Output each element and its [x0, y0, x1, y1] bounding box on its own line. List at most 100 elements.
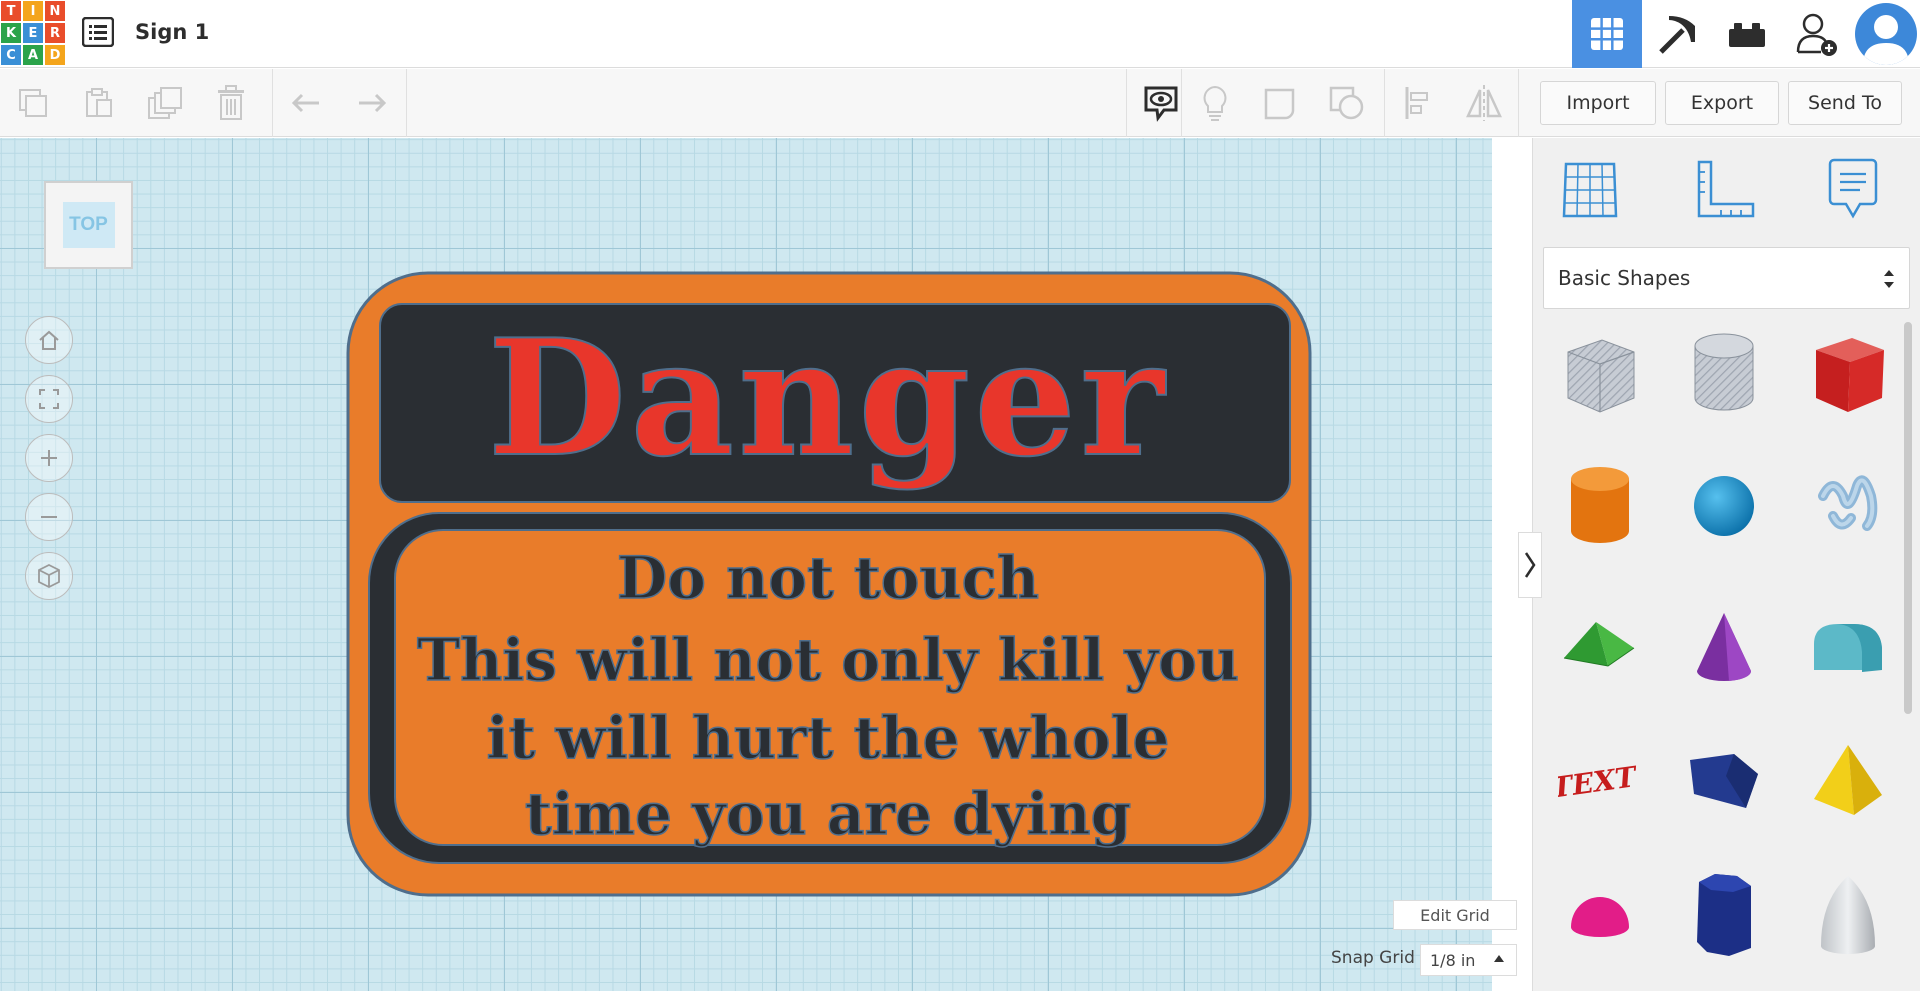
shape-library-select[interactable]: Basic Shapes [1543, 247, 1910, 309]
workplane[interactable]: Danger Do not touch This will not only k… [0, 138, 1492, 991]
view-cube-top-face[interactable]: TOP [62, 202, 115, 248]
3d-design-view-button[interactable] [1572, 0, 1642, 68]
ruler-tool-button[interactable] [1691, 154, 1761, 224]
cylinder-hole-icon [1694, 333, 1754, 411]
copy-button[interactable] [0, 69, 66, 137]
delete-button[interactable] [198, 69, 264, 137]
grid-view-icon [1591, 18, 1623, 50]
redo-button[interactable] [339, 69, 405, 137]
shape-round-roof[interactable] [1798, 599, 1898, 699]
minus-icon [41, 516, 57, 518]
shape-text[interactable]: TEXT [1550, 731, 1650, 831]
logo-letter: I [22, 0, 44, 22]
send-to-button[interactable]: Send To [1788, 81, 1902, 125]
perspective-toggle-button[interactable] [25, 552, 73, 600]
box-hole-icon [1567, 339, 1635, 413]
shape-paraboloid[interactable] [1798, 863, 1898, 963]
shape-cylinder-hole[interactable] [1674, 323, 1774, 423]
shapes-panel: Basic Shapes TEXT [1532, 138, 1920, 991]
shape-scribble[interactable] [1798, 456, 1898, 556]
bricks-view-button[interactable] [1712, 0, 1782, 68]
shape-sphere[interactable] [1674, 456, 1774, 556]
chevron-right-icon [1524, 552, 1536, 578]
scribble-icon [1818, 475, 1878, 531]
undo-button[interactable] [273, 69, 339, 137]
logo-letter: E [22, 22, 44, 44]
round-roof-icon [1814, 624, 1882, 672]
box-icon [1816, 338, 1884, 412]
design-list-menu-button[interactable] [81, 16, 115, 48]
svg-text:TEXT: TEXT [1558, 759, 1637, 805]
shape-box-hole[interactable] [1550, 323, 1650, 423]
lightbulb-icon [1203, 85, 1227, 121]
minecraft-view-button[interactable] [1642, 0, 1712, 68]
toolbar-divider [1518, 69, 1519, 137]
add-user-icon [1796, 13, 1837, 56]
snap-grid-label: Snap Grid [1331, 948, 1415, 968]
export-button[interactable]: Export [1665, 81, 1779, 125]
logo-letter: A [22, 44, 44, 66]
import-button[interactable]: Import [1540, 81, 1656, 125]
shape-polygon[interactable] [1674, 863, 1774, 963]
snap-grid-select[interactable]: 1/8 in [1420, 944, 1517, 976]
align-icon [1405, 87, 1428, 119]
shape-wedge[interactable] [1674, 731, 1774, 831]
align-button[interactable] [1385, 69, 1451, 137]
shape-roof[interactable] [1550, 599, 1650, 699]
workplane-icon [1562, 162, 1618, 218]
mirror-icon [1466, 85, 1502, 121]
copy-icon [19, 89, 47, 117]
pyramid-icon [1814, 745, 1882, 815]
ruler-icon [1697, 160, 1755, 218]
roof-icon [1563, 622, 1635, 667]
notes-tool-button[interactable] [1818, 154, 1888, 224]
redo-icon [359, 93, 387, 113]
polygon-icon [1697, 874, 1751, 956]
zoom-in-button[interactable] [25, 434, 73, 482]
shape-tools [1182, 69, 1380, 137]
duplicate-button[interactable] [132, 69, 198, 137]
group-button[interactable] [1248, 69, 1314, 137]
home-view-button[interactable] [25, 316, 73, 364]
sign-heading: Danger [488, 304, 1169, 492]
view-mode-switcher [1572, 0, 1920, 68]
shape-box[interactable] [1798, 323, 1898, 423]
shape-library-value: Basic Shapes [1558, 266, 1691, 290]
zoom-out-button[interactable] [25, 493, 73, 541]
caret-up-icon [1494, 955, 1504, 962]
sign-line: Do not touch [617, 544, 1039, 612]
user-avatar[interactable] [1852, 0, 1920, 68]
light-button[interactable] [1182, 69, 1248, 137]
fit-view-button[interactable] [25, 375, 73, 423]
shape-half-sphere[interactable] [1550, 863, 1650, 963]
history-tools [273, 69, 405, 137]
shape-cylinder[interactable] [1550, 456, 1650, 556]
edit-grid-button[interactable]: Edit Grid [1393, 900, 1517, 930]
logo-letter: D [44, 44, 66, 66]
collapse-panel-button[interactable] [1518, 532, 1542, 598]
plus-icon [41, 450, 57, 466]
sign-line: This will not only kill you [417, 626, 1239, 694]
danger-sign[interactable]: Danger Do not touch This will not only k… [340, 268, 1320, 908]
avatar-icon [1863, 15, 1909, 65]
paste-button[interactable] [66, 69, 132, 137]
duplicate-icon [148, 87, 182, 119]
toolbar-divider [406, 69, 407, 137]
shape-cone[interactable] [1674, 599, 1774, 699]
trash-icon [218, 85, 244, 120]
workplane-tool-button[interactable] [1555, 154, 1625, 224]
mirror-button[interactable] [1451, 69, 1517, 137]
note-icon [1828, 158, 1878, 219]
tinkercad-logo[interactable]: T I N K E R C A D [0, 0, 66, 66]
cylinder-icon [1571, 467, 1629, 543]
design-title[interactable]: Sign 1 [135, 20, 209, 44]
paraboloid-icon [1821, 876, 1875, 954]
select-arrows-icon [1884, 270, 1894, 288]
cube-perspective-icon [38, 563, 60, 589]
shape-pyramid[interactable] [1798, 731, 1898, 831]
view-cube[interactable]: TOP [44, 181, 133, 269]
invite-user-button[interactable] [1782, 0, 1852, 68]
shapes-scrollbar[interactable] [1904, 322, 1912, 714]
undo-icon [291, 93, 319, 113]
ungroup-button[interactable] [1314, 69, 1380, 137]
